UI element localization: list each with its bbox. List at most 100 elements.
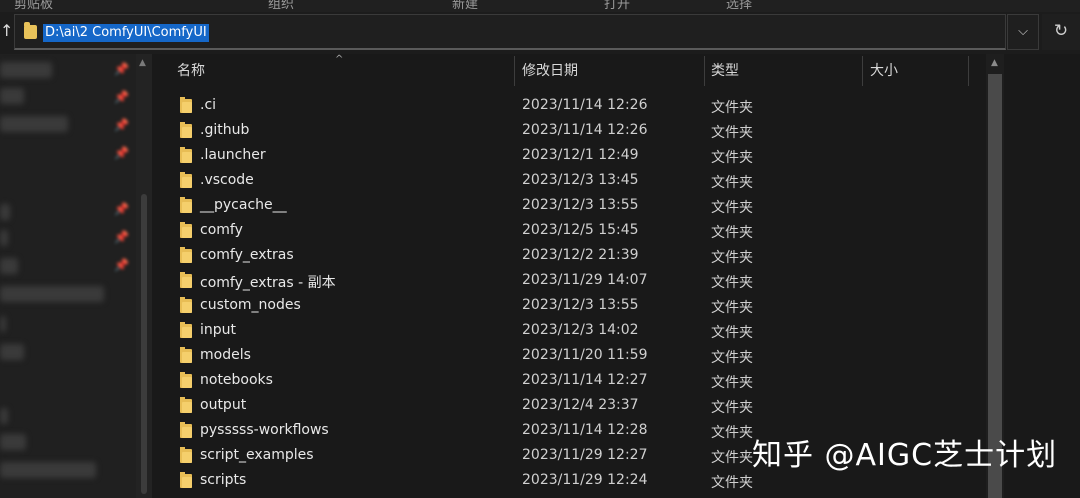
- file-type: 文件夹: [711, 300, 753, 316]
- ribbon-open[interactable]: 打开: [604, 0, 630, 12]
- column-divider[interactable]: [704, 56, 705, 86]
- up-arrow-icon[interactable]: ↑: [0, 21, 13, 45]
- file-row[interactable]: .vscode 2023/12/3 13:45 文件夹: [152, 168, 986, 193]
- file-modified-date: 2023/11/14 12:27: [522, 372, 648, 388]
- file-name: output: [200, 397, 247, 413]
- address-bar-row: ↑ D:\ai\2 ComfyUI\ComfyUI ⌵ ↻: [0, 12, 1080, 54]
- file-modified-date: 2023/12/3 13:55: [522, 197, 639, 213]
- file-type: 文件夹: [711, 475, 753, 491]
- file-type: 文件夹: [711, 350, 753, 366]
- file-row[interactable]: __pycache__ 2023/12/3 13:55 文件夹: [152, 193, 986, 218]
- file-row[interactable]: comfy_extras - 副本 2023/11/29 14:07 文件夹: [152, 268, 986, 293]
- nav-item-blurred[interactable]: [0, 408, 8, 424]
- address-bar[interactable]: D:\ai\2 ComfyUI\ComfyUI: [14, 14, 1006, 50]
- folder-icon: [180, 422, 192, 438]
- nav-item-blurred[interactable]: [0, 344, 24, 360]
- file-type: 文件夹: [711, 425, 753, 441]
- file-modified-date: 2023/12/4 23:37: [522, 397, 639, 413]
- file-name: .ci: [200, 97, 217, 113]
- nav-item-blurred[interactable]: [0, 258, 18, 274]
- column-divider[interactable]: [514, 56, 515, 86]
- file-type: 文件夹: [711, 275, 753, 291]
- folder-icon: [180, 347, 192, 363]
- ribbon-remnant: 剪贴板 组织 新建 打开 选择: [0, 0, 1080, 12]
- file-row[interactable]: models 2023/11/20 11:59 文件夹: [152, 343, 986, 368]
- pin-icon: 📌: [114, 90, 129, 104]
- file-modified-date: 2023/12/1 12:49: [522, 147, 639, 163]
- file-type: 文件夹: [711, 150, 753, 166]
- nav-item-blurred[interactable]: [0, 116, 68, 132]
- file-name: .launcher: [200, 147, 266, 163]
- file-type: 文件夹: [711, 450, 753, 466]
- file-name: custom_nodes: [200, 297, 301, 313]
- watermark: 知乎 @AIGC芝士计划: [752, 438, 1058, 473]
- file-type: 文件夹: [711, 400, 753, 416]
- nav-scrollbar-thumb[interactable]: [141, 194, 147, 494]
- folder-icon: [180, 472, 192, 488]
- chevron-down-icon[interactable]: ⌵: [1007, 14, 1039, 50]
- file-modified-date: 2023/11/20 11:59: [522, 347, 648, 363]
- file-row[interactable]: .ci 2023/11/14 12:26 文件夹: [152, 93, 986, 118]
- refresh-icon[interactable]: ↻: [1042, 14, 1080, 50]
- file-row[interactable]: custom_nodes 2023/12/3 13:55 文件夹: [152, 293, 986, 318]
- folder-icon: [180, 222, 192, 238]
- address-path-input[interactable]: D:\ai\2 ComfyUI\ComfyUI: [43, 24, 209, 42]
- pin-icon: 📌: [114, 118, 129, 132]
- nav-item-blurred[interactable]: [0, 316, 6, 332]
- file-row[interactable]: comfy 2023/12/5 15:45 文件夹: [152, 218, 986, 243]
- scroll-up-icon[interactable]: ▲: [139, 58, 146, 68]
- folder-icon: [180, 247, 192, 263]
- file-row[interactable]: notebooks 2023/11/14 12:27 文件夹: [152, 368, 986, 393]
- ribbon-select[interactable]: 选择: [726, 0, 752, 12]
- file-type: 文件夹: [711, 225, 753, 241]
- file-type: 文件夹: [711, 250, 753, 266]
- file-row[interactable]: .github 2023/11/14 12:26 文件夹: [152, 118, 986, 143]
- nav-item-blurred[interactable]: [0, 462, 96, 478]
- nav-item-blurred[interactable]: [0, 88, 24, 104]
- file-name: script_examples: [200, 447, 314, 463]
- file-row[interactable]: .launcher 2023/12/1 12:49 文件夹: [152, 143, 986, 168]
- nav-item-blurred[interactable]: [0, 62, 52, 78]
- pin-icon: 📌: [114, 202, 129, 216]
- file-row[interactable]: input 2023/12/3 14:02 文件夹: [152, 318, 986, 343]
- nav-item-blurred[interactable]: [0, 204, 10, 220]
- file-modified-date: 2023/11/29 14:07: [522, 272, 648, 288]
- column-header-type[interactable]: 类型: [711, 54, 739, 88]
- sort-ascending-icon: ^: [335, 54, 344, 65]
- column-header-size[interactable]: 大小: [870, 54, 898, 88]
- file-row[interactable]: output 2023/12/4 23:37 文件夹: [152, 393, 986, 418]
- ribbon-organize[interactable]: 组织: [268, 0, 294, 12]
- pin-icon: 📌: [114, 258, 129, 272]
- column-divider[interactable]: [968, 56, 969, 86]
- folder-icon: [180, 447, 192, 463]
- file-modified-date: 2023/11/14 12:26: [522, 122, 648, 138]
- file-modified-date: 2023/12/3 13:55: [522, 297, 639, 313]
- file-name: __pycache__: [200, 197, 287, 213]
- nav-item-blurred[interactable]: [0, 230, 8, 246]
- folder-icon: [180, 297, 192, 313]
- ribbon-clipboard[interactable]: 剪贴板: [14, 0, 53, 12]
- file-modified-date: 2023/12/3 14:02: [522, 322, 639, 338]
- file-name: .github: [200, 122, 250, 138]
- file-type: 文件夹: [711, 100, 753, 116]
- file-type: 文件夹: [711, 200, 753, 216]
- file-name: comfy: [200, 222, 243, 238]
- column-divider[interactable]: [862, 56, 863, 86]
- navigation-pane[interactable]: 📌 📌 📌 📌 📌 📌 📌 ▲: [0, 54, 152, 498]
- ribbon-new[interactable]: 新建: [452, 0, 478, 12]
- column-header-name[interactable]: 名称: [177, 54, 205, 88]
- file-modified-date: 2023/12/2 21:39: [522, 247, 639, 263]
- pin-icon: 📌: [114, 146, 129, 160]
- nav-item-blurred[interactable]: [0, 434, 26, 450]
- nav-item-blurred[interactable]: [0, 286, 104, 302]
- folder-icon: [180, 97, 192, 113]
- scroll-up-icon[interactable]: ▲: [991, 58, 998, 68]
- file-name: comfy_extras: [200, 247, 294, 263]
- file-modified-date: 2023/12/5 15:45: [522, 222, 639, 238]
- column-header-date[interactable]: 修改日期: [522, 54, 578, 88]
- file-row[interactable]: comfy_extras 2023/12/2 21:39 文件夹: [152, 243, 986, 268]
- nav-scrollbar[interactable]: ▲: [136, 54, 152, 498]
- file-name: input: [200, 322, 237, 338]
- folder-icon: [180, 272, 192, 288]
- file-name: scripts: [200, 472, 247, 488]
